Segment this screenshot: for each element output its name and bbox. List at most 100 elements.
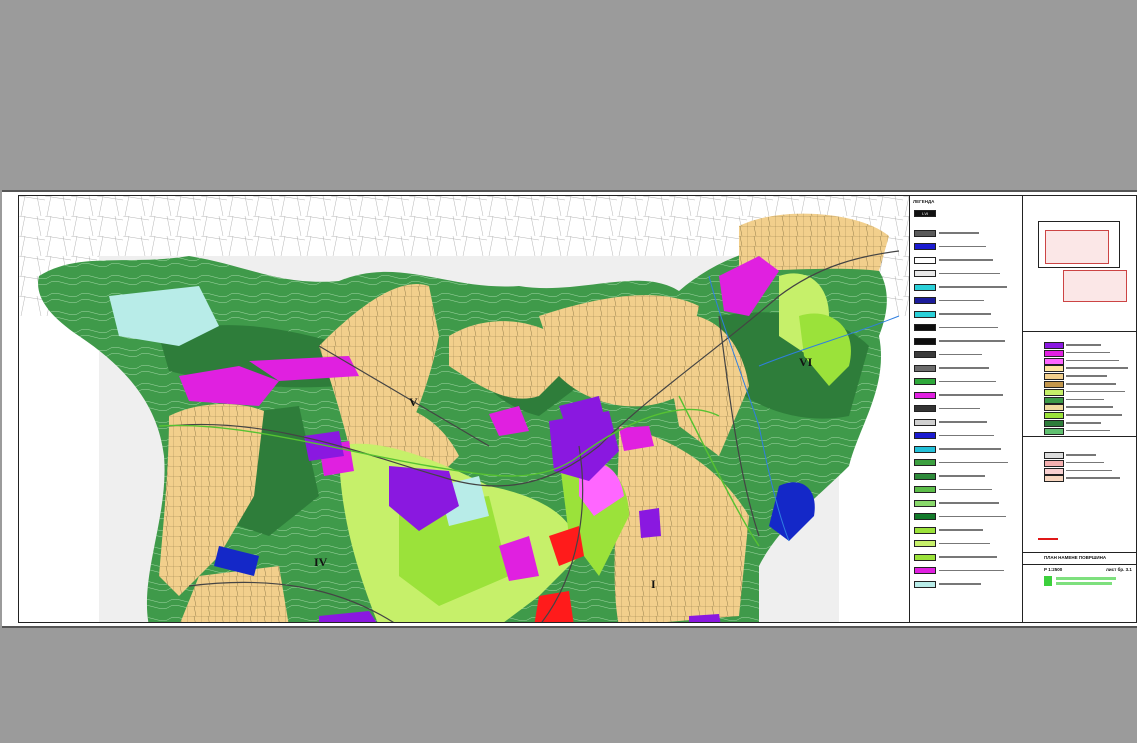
company-name-bar <box>1056 577 1116 580</box>
legend-text-line <box>939 407 980 410</box>
legend-item <box>914 324 998 331</box>
legend-text-line <box>939 475 985 477</box>
key-map: ✛ <box>1038 221 1127 302</box>
land-use-text-line <box>1066 390 1125 393</box>
legend-item <box>914 432 994 439</box>
legend-heading: ЛЕГЕНДА <box>913 199 935 204</box>
zone-label-i: I <box>651 577 656 591</box>
legend-swatch <box>914 243 936 250</box>
legend-text-line <box>939 286 1007 288</box>
legend-item <box>914 310 991 318</box>
legend-text-line <box>939 448 1001 450</box>
legend-swatch <box>914 459 936 466</box>
sheet-title: ПЛАН НАМЕНЕ ПОВРШИНА <box>1044 555 1107 560</box>
legend-swatch <box>914 310 936 318</box>
land-use-swatch <box>1044 412 1064 420</box>
land-use-swatch <box>1044 349 1064 357</box>
drawing-frame: IV V VI I ЛЕГЕНДА I-VI ✛ <box>18 195 1137 623</box>
secondary-swatch <box>1044 452 1064 459</box>
legend-text-line <box>939 232 979 234</box>
legend-swatch <box>914 526 936 534</box>
legend-swatch <box>914 540 936 547</box>
legend-text-line <box>939 434 994 437</box>
legend-swatch <box>914 472 936 480</box>
land-use-swatch <box>1044 357 1064 365</box>
legend-swatch <box>914 486 936 493</box>
legend-swatch <box>914 432 936 439</box>
legend-swatch <box>914 283 936 291</box>
land-use-text-line <box>1066 383 1116 385</box>
land-use-map[interactable]: IV V VI I <box>19 196 909 622</box>
legend-swatch <box>914 567 936 574</box>
land-use-text-line <box>1066 429 1110 432</box>
title-block: ✛ ПЛАН НАМЕНЕ ПОВРШИНА Р 1:2500 лист бр.… <box>1022 196 1136 622</box>
legend-text-line <box>939 313 991 315</box>
legend-swatch <box>914 351 936 358</box>
legend-item <box>914 364 989 372</box>
legend-text-line <box>939 353 982 356</box>
legend-item <box>914 445 1001 453</box>
legend-item <box>914 378 996 385</box>
company-name-bar <box>1056 582 1112 585</box>
legend-swatch <box>914 229 936 237</box>
land-use-swatch <box>1044 427 1064 435</box>
legend-text-line <box>939 461 1008 464</box>
map-legend: ЛЕГЕНДА I-VI <box>909 196 1023 622</box>
sheet-number: лист бр. 3.1 <box>1106 567 1132 572</box>
map-canvas: IV V VI I <box>19 196 909 622</box>
legend-item <box>914 472 985 480</box>
legend-text-line <box>939 380 996 383</box>
legend-swatch <box>914 418 936 426</box>
legend-swatch <box>914 391 936 399</box>
legend-swatch <box>914 297 936 304</box>
secondary-text-line <box>1066 454 1096 456</box>
legend-item <box>914 418 987 426</box>
legend-text-line <box>939 569 1004 572</box>
legend-item <box>914 553 997 561</box>
legend-item <box>914 229 979 237</box>
legend-swatch <box>914 256 936 264</box>
legend-text-line <box>939 299 984 302</box>
land-use-text-line <box>1066 351 1110 354</box>
zone-label-iv: IV <box>314 555 328 569</box>
land-use-swatch <box>1044 404 1064 412</box>
legend-text-line <box>939 272 1000 275</box>
legend-text-line <box>939 502 999 504</box>
land-use-text-line <box>1066 406 1113 408</box>
legend-item <box>914 540 990 547</box>
tb-divider <box>1022 331 1136 332</box>
land-use-text-line <box>1066 414 1122 416</box>
zone-marker-swatch: I-VI <box>914 209 936 217</box>
secondary-swatch <box>1044 475 1064 483</box>
land-use-swatch <box>1044 420 1064 427</box>
legend-swatch <box>914 513 936 520</box>
land-use-text-line <box>1066 344 1101 346</box>
legend-text-line <box>939 394 1003 396</box>
legend-swatch <box>914 324 936 331</box>
land-use-text-line <box>1066 359 1119 362</box>
tb-divider <box>1022 436 1136 437</box>
legend-swatch <box>914 364 936 372</box>
legend-swatch <box>914 337 936 345</box>
legend-item <box>914 270 1000 277</box>
legend-text-line <box>939 421 987 423</box>
legend-item <box>914 526 983 534</box>
legend-text-line <box>939 245 986 248</box>
key-map-outline <box>1045 230 1109 264</box>
land-use-text-line <box>1066 375 1107 377</box>
legend-swatch <box>914 445 936 453</box>
land-use-swatch <box>1044 396 1064 404</box>
legend-text-line <box>939 488 992 491</box>
legend-text-line <box>939 259 993 261</box>
legend-text-line <box>939 326 998 329</box>
legend-swatch <box>914 405 936 412</box>
legend-item <box>914 459 1008 466</box>
secondary-text-line <box>1066 477 1120 479</box>
legend-item <box>914 243 986 250</box>
legend-item <box>914 351 982 358</box>
land-use-swatch <box>1044 388 1064 396</box>
scale-label: Р 1:2500 <box>1044 567 1063 572</box>
tb-divider <box>1022 564 1136 565</box>
key-map-outline-2 <box>1063 270 1127 302</box>
zone-label-v: V <box>409 395 418 409</box>
